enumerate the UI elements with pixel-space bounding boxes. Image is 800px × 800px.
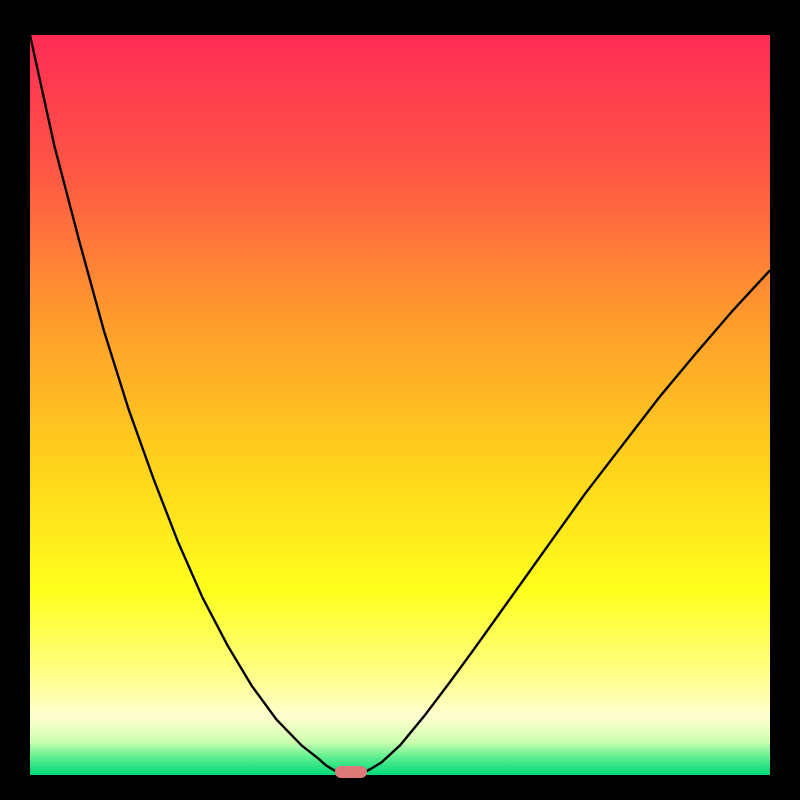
minimum-marker <box>335 766 367 778</box>
curve-left <box>30 35 339 773</box>
curve-layer <box>30 35 770 775</box>
plot-frame <box>0 0 800 800</box>
plot-area <box>30 35 770 775</box>
curve-right <box>363 270 770 772</box>
